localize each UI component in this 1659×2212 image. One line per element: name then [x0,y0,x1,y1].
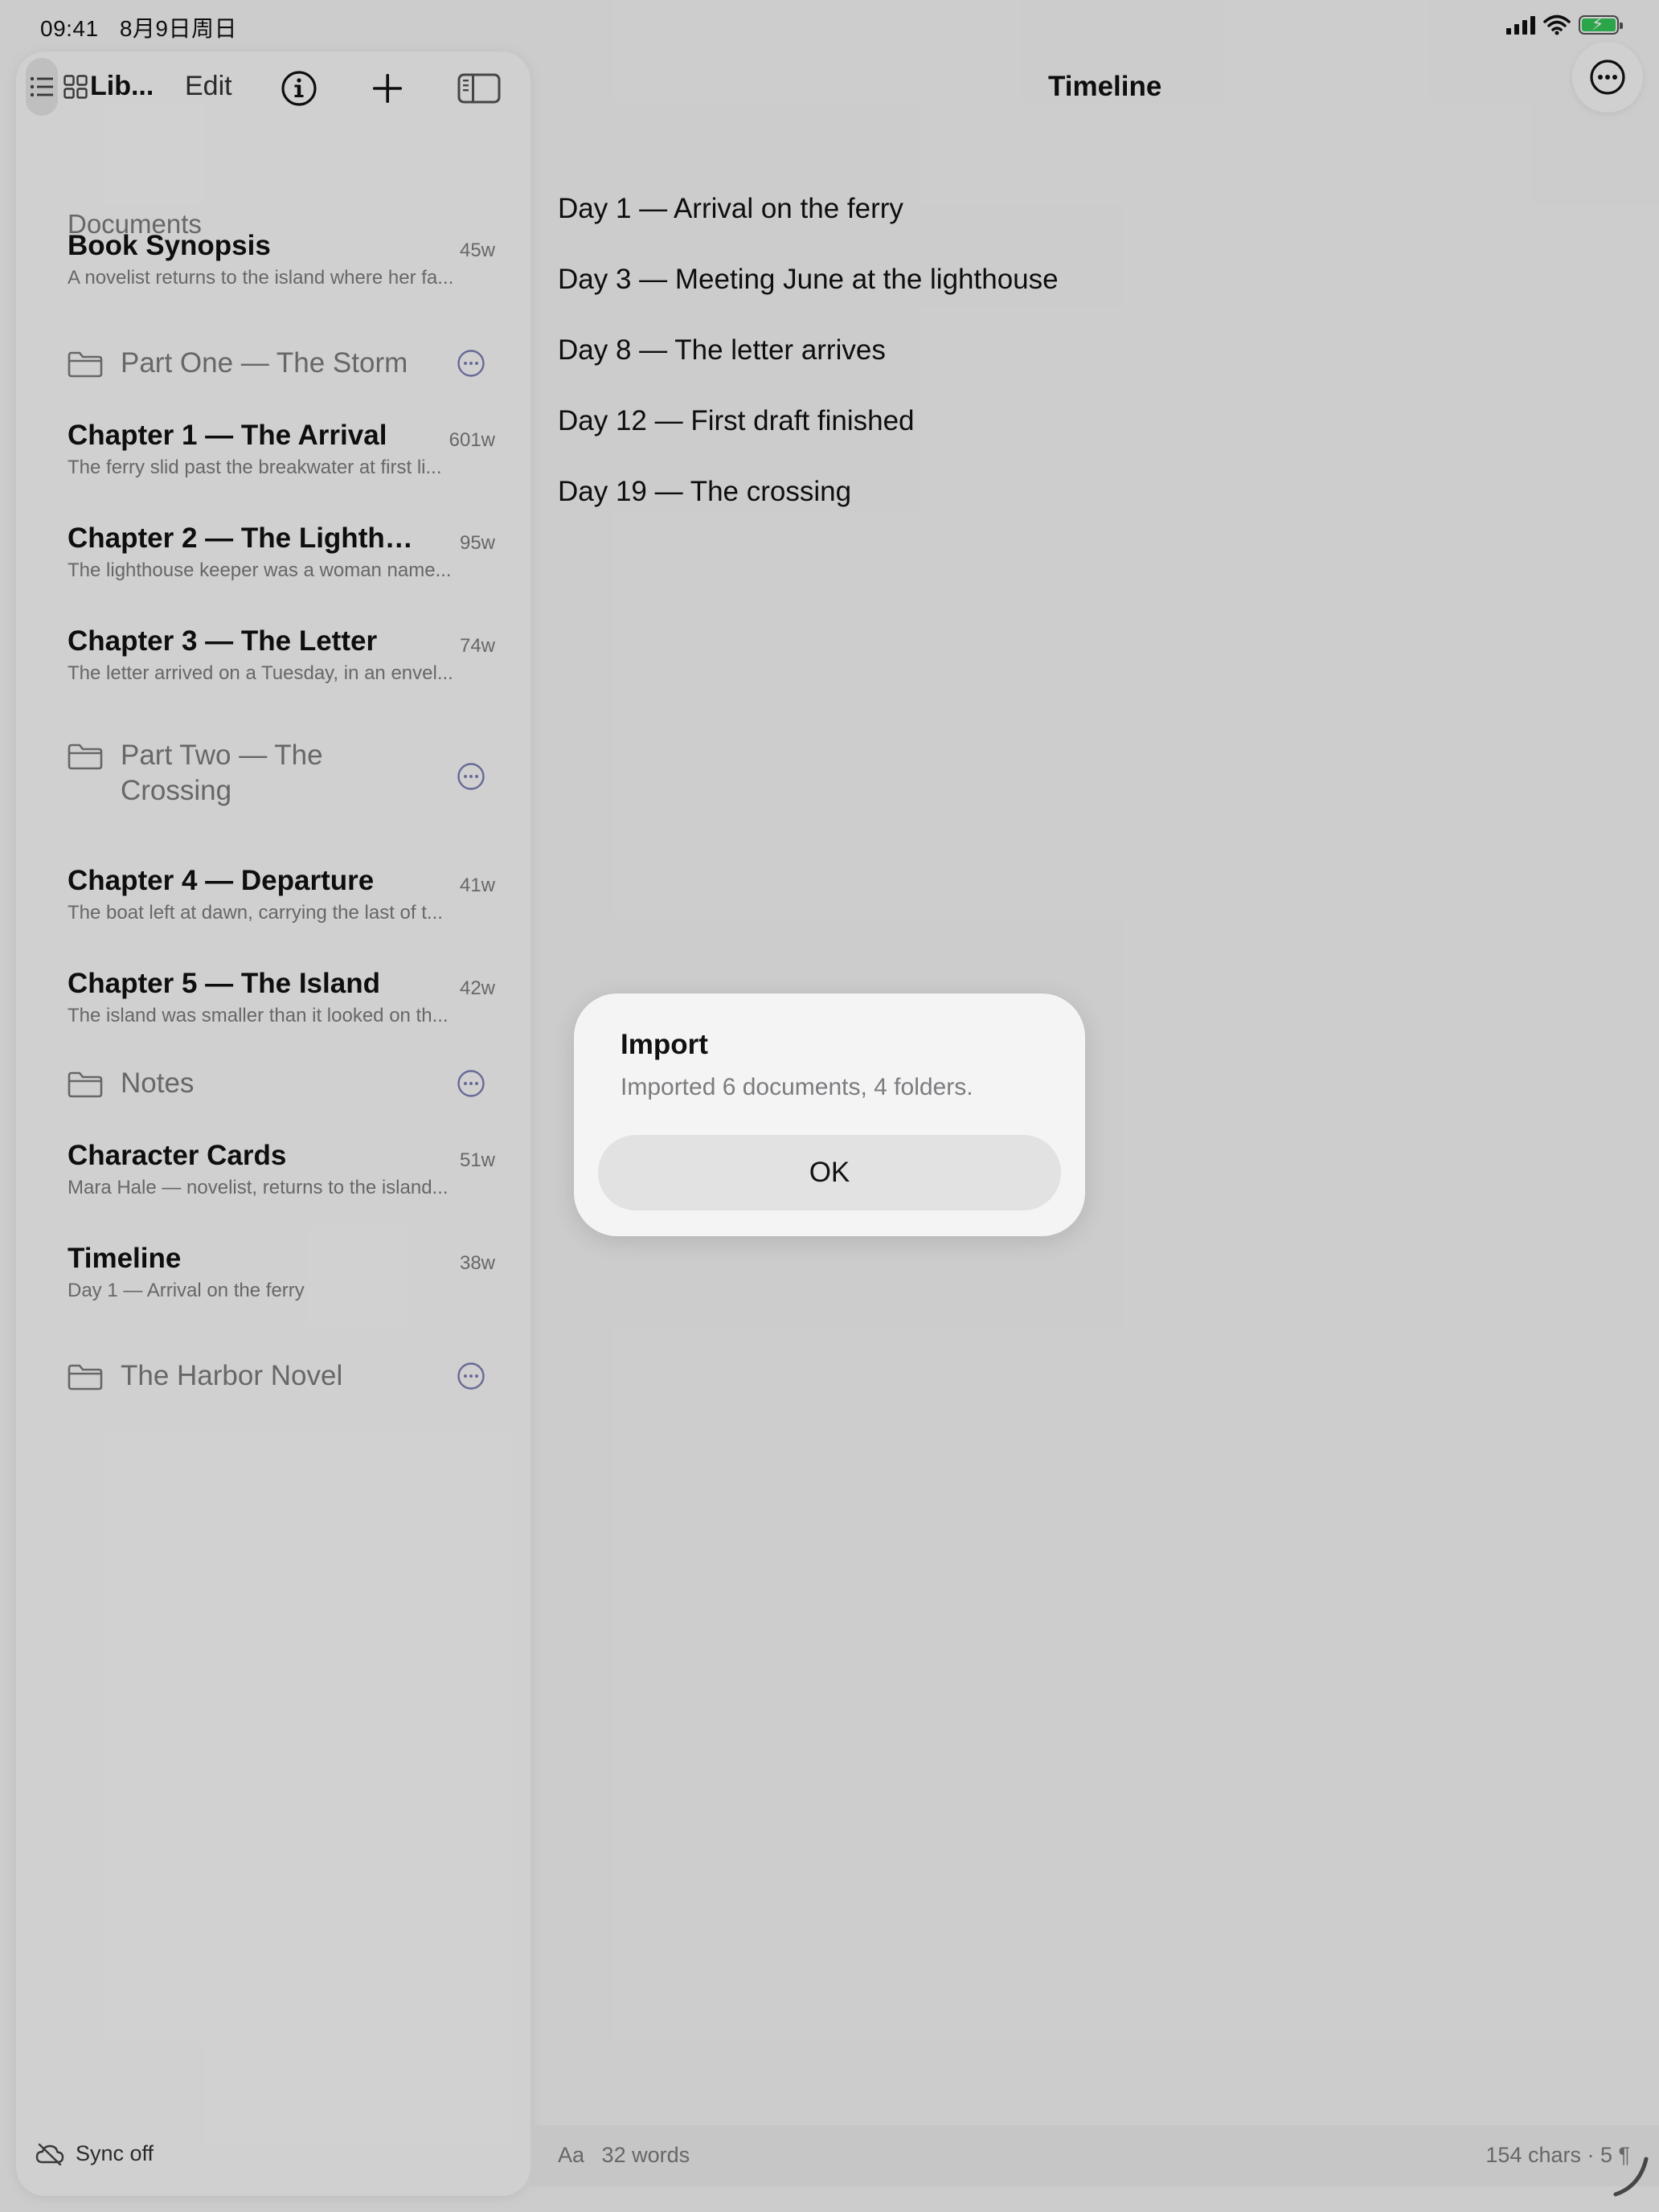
ok-button[interactable]: OK [598,1135,1061,1210]
alert-title: Import [621,1029,708,1060]
alert-message: Imported 6 documents, 4 folders. [621,1074,973,1100]
import-alert-dialog: Import Imported 6 documents, 4 folders. … [574,993,1085,1236]
